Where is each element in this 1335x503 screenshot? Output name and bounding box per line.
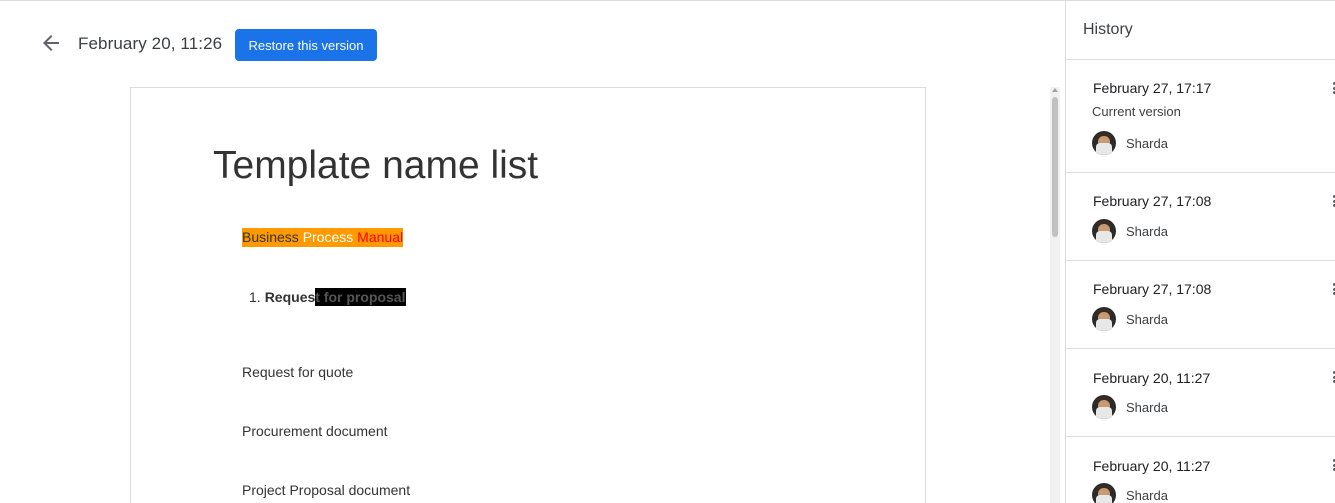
list-text-part-a: Reques <box>264 289 316 305</box>
entry-date: February 27, 17:08 <box>1093 281 1212 297</box>
entry-date: February 20, 11:27 <box>1093 370 1211 386</box>
entry-date: February 27, 17:08 <box>1093 193 1212 209</box>
scrollbar-thumb[interactable] <box>1052 97 1058 237</box>
list-text-part-b: t for proposal <box>315 288 406 306</box>
history-panel: History February 27, 17:17 Current versi… <box>1065 1 1335 503</box>
entry-user: Sharda <box>1092 307 1168 331</box>
paragraph: Procurement document <box>242 423 388 439</box>
avatar <box>1092 395 1116 419</box>
entry-user: Sharda <box>1092 219 1168 243</box>
user-name: Sharda <box>1126 311 1168 327</box>
highlight-word-business: Business <box>242 229 303 245</box>
document-view: February 20, 11:26 Restore this version … <box>0 1 1065 503</box>
highlighted-heading: Business Process Manual <box>242 228 404 247</box>
more-vert-icon[interactable] <box>1330 79 1335 97</box>
arrow-back-icon <box>43 35 59 51</box>
avatar <box>1092 131 1116 155</box>
more-vert-icon[interactable] <box>1330 192 1335 210</box>
highlight-word-process: Process <box>302 229 358 245</box>
paragraph: Project Proposal document <box>242 482 411 498</box>
numbered-list-item: 1. Request for proposal <box>249 288 406 306</box>
entry-user: Sharda <box>1092 483 1168 503</box>
document-scrollbar[interactable] <box>1050 87 1060 503</box>
scroll-up-arrow-icon[interactable] <box>1052 88 1058 92</box>
version-title: February 20, 11:26 <box>78 34 223 53</box>
list-number: 1. <box>249 289 261 305</box>
history-entry[interactable]: February 27, 17:08 Sharda <box>1066 173 1335 261</box>
document-page: Template name list Business Process Manu… <box>130 87 926 503</box>
entry-date: February 27, 17:17 <box>1093 80 1212 96</box>
back-button[interactable] <box>34 27 68 59</box>
restore-version-button[interactable]: Restore this version <box>235 29 377 61</box>
entry-date: February 20, 11:27 <box>1093 458 1211 474</box>
highlight-word-manual: Manual <box>357 229 404 245</box>
more-vert-icon[interactable] <box>1330 280 1335 298</box>
history-entry[interactable]: February 27, 17:08 Sharda <box>1066 261 1335 349</box>
history-entry[interactable]: February 27, 17:17 Current version Shard… <box>1066 60 1335 173</box>
user-name: Sharda <box>1126 135 1168 151</box>
user-name: Sharda <box>1126 487 1168 503</box>
history-entry[interactable]: February 20, 11:27 Sharda <box>1066 437 1335 503</box>
entry-user: Sharda <box>1092 131 1168 155</box>
avatar <box>1092 307 1116 331</box>
user-name: Sharda <box>1126 223 1168 239</box>
paragraph: Request for quote <box>242 364 354 380</box>
avatar <box>1092 219 1116 243</box>
document-title: Template name list <box>213 144 539 187</box>
document-scroll-area[interactable]: Template name list Business Process Manu… <box>0 87 1050 503</box>
entry-user: Sharda <box>1092 395 1168 419</box>
more-vert-icon[interactable] <box>1330 456 1335 474</box>
version-header: February 20, 11:26 Restore this version <box>0 1 1050 85</box>
more-vert-icon[interactable] <box>1330 368 1335 386</box>
history-entry[interactable]: February 20, 11:27 Sharda <box>1066 349 1335 437</box>
user-name: Sharda <box>1126 399 1168 415</box>
avatar <box>1092 483 1116 503</box>
current-version-label: Current version <box>1092 104 1181 119</box>
history-title: History <box>1083 21 1133 38</box>
